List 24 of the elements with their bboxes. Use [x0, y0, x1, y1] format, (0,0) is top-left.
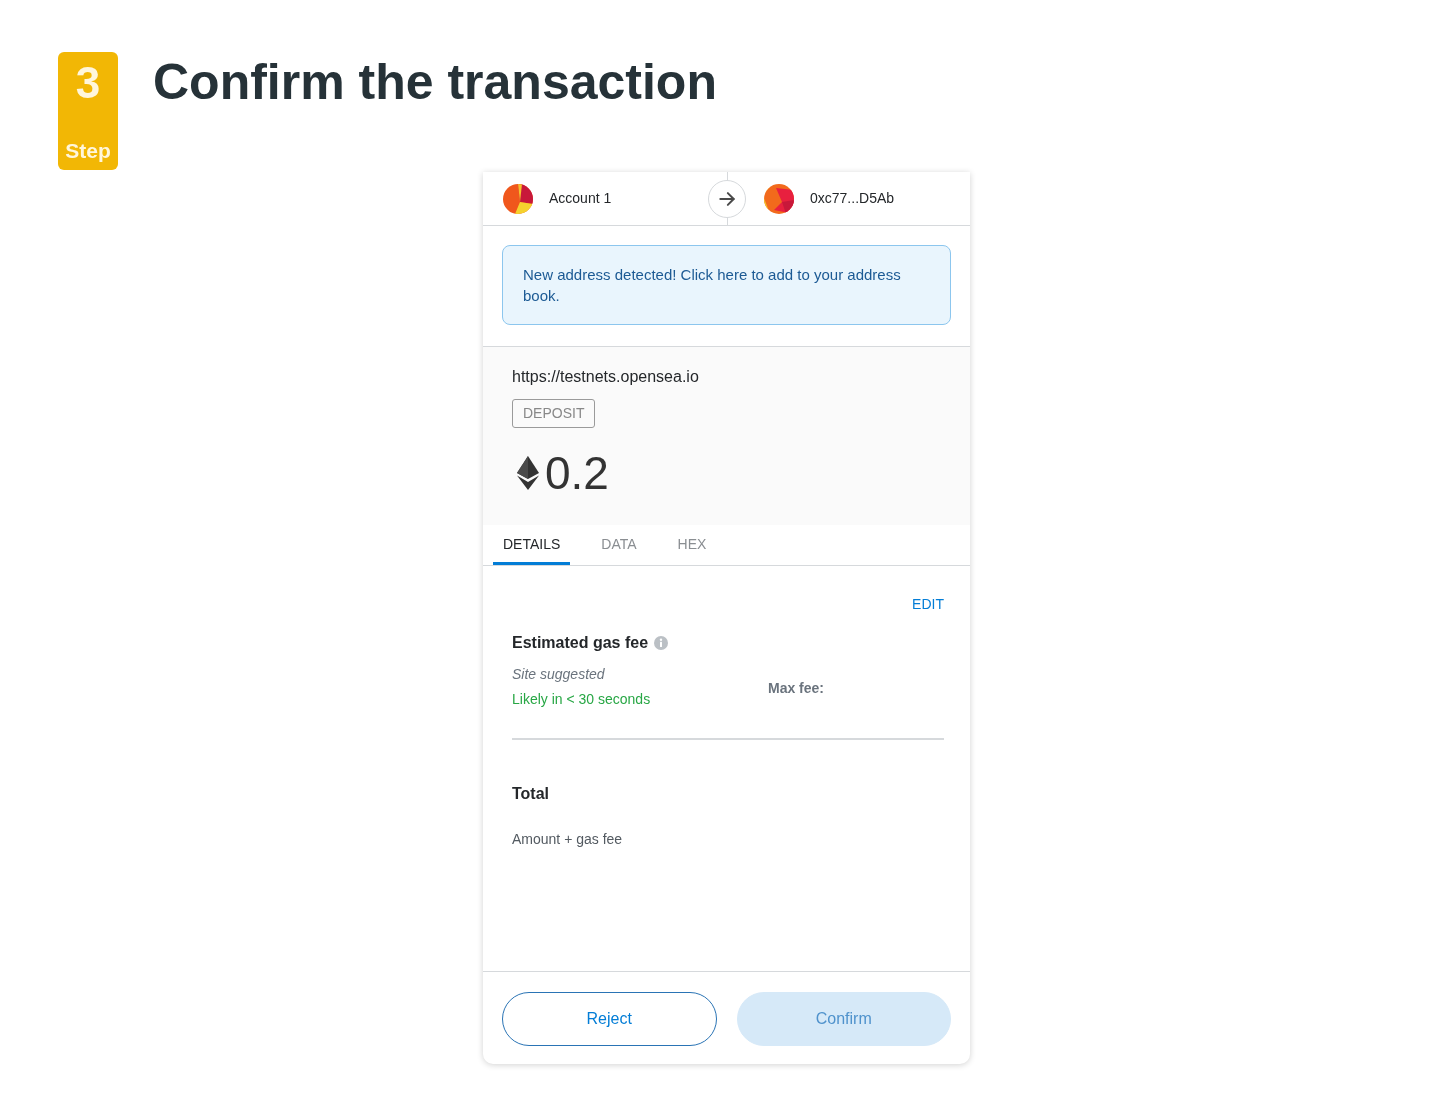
- amount-value: 0.2: [545, 448, 609, 498]
- reject-button[interactable]: Reject: [502, 992, 717, 1046]
- info-icon: [654, 636, 669, 650]
- total-label: Total: [512, 784, 550, 804]
- sender-account-name: Account 1: [549, 189, 612, 208]
- gas-speed-label: Likely in < 30 seconds: [512, 690, 651, 709]
- tab[interactable]: DETAILS: [493, 525, 571, 565]
- tab[interactable]: DATA: [591, 525, 647, 565]
- page-title: Confirm the transaction: [153, 53, 717, 112]
- avatar-icon: [764, 183, 794, 214]
- total-sublabel: Amount + gas fee: [512, 830, 623, 849]
- method-label: DEPOSIT: [512, 399, 596, 428]
- step-label: Step: [65, 138, 111, 164]
- recipient-address: 0xc77...D5Ab: [810, 189, 895, 208]
- step-number: 3: [75, 57, 101, 109]
- max-fee-label: Max fee:: [768, 680, 825, 696]
- avatar-icon: [503, 183, 533, 214]
- gas-source-label: Site suggested: [512, 665, 605, 684]
- origin-url: https://testnets.opensea.io: [512, 367, 699, 387]
- new-address-notice[interactable]: New address detected! Click here to add to your address book.: [502, 245, 951, 325]
- edit-link[interactable]: EDIT: [912, 594, 944, 614]
- ethereum-icon: [517, 456, 539, 490]
- tab[interactable]: HEX: [667, 525, 717, 565]
- estimated-gas-fee-label: Estimated gas fee: [512, 633, 649, 653]
